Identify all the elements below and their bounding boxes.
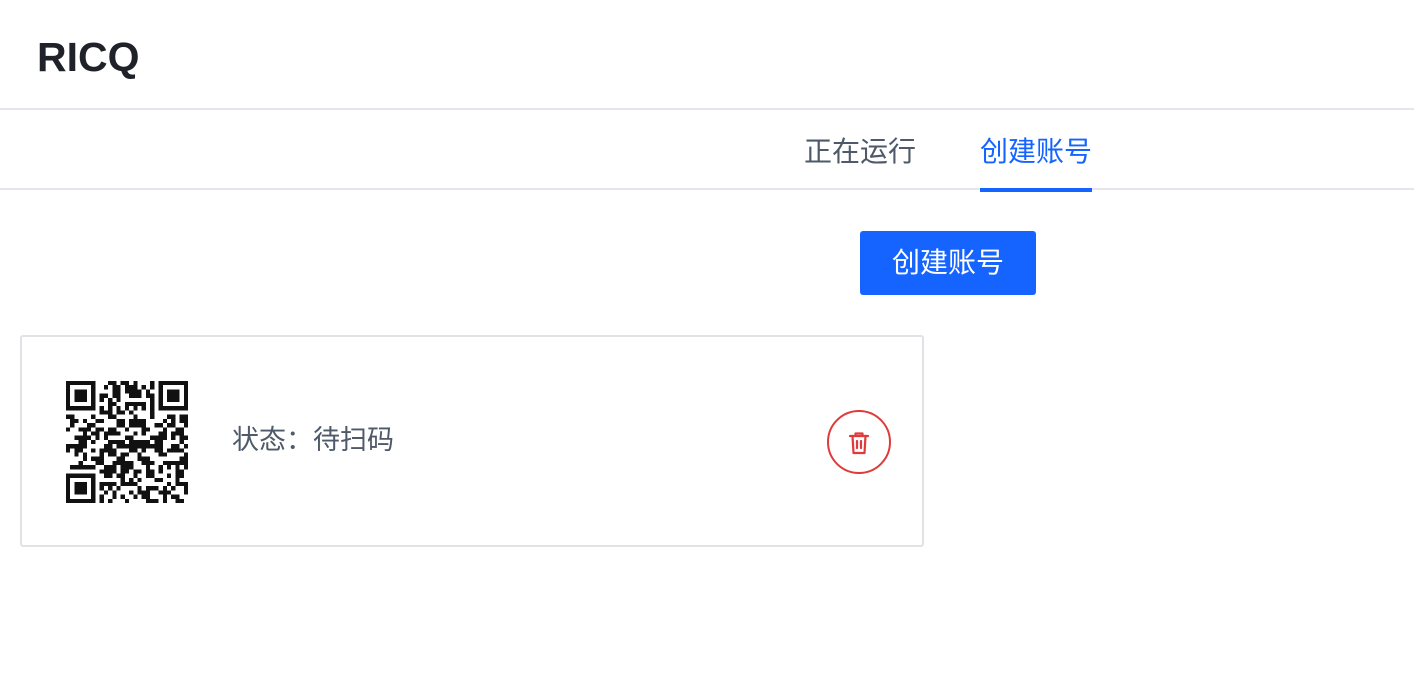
create-account-button[interactable]: 创建账号 bbox=[860, 231, 1036, 295]
status-label: 状态： bbox=[232, 425, 313, 456]
tab-bar: 正在运行 创建账号 bbox=[0, 110, 1414, 192]
tab-create-account[interactable]: 创建账号 bbox=[980, 110, 1092, 192]
qr-code-icon bbox=[66, 381, 188, 503]
status-text: 状态：待扫码 bbox=[232, 421, 394, 461]
trash-icon bbox=[848, 432, 870, 455]
account-card: 状态：待扫码 bbox=[20, 335, 924, 547]
delete-button[interactable] bbox=[827, 410, 891, 474]
tab-running[interactable]: 正在运行 bbox=[804, 110, 916, 190]
app-header: RICQ bbox=[0, 0, 1414, 110]
status-value: 待扫码 bbox=[313, 425, 394, 456]
app-title: RICQ bbox=[37, 34, 140, 80]
qr-code-image bbox=[54, 369, 200, 515]
